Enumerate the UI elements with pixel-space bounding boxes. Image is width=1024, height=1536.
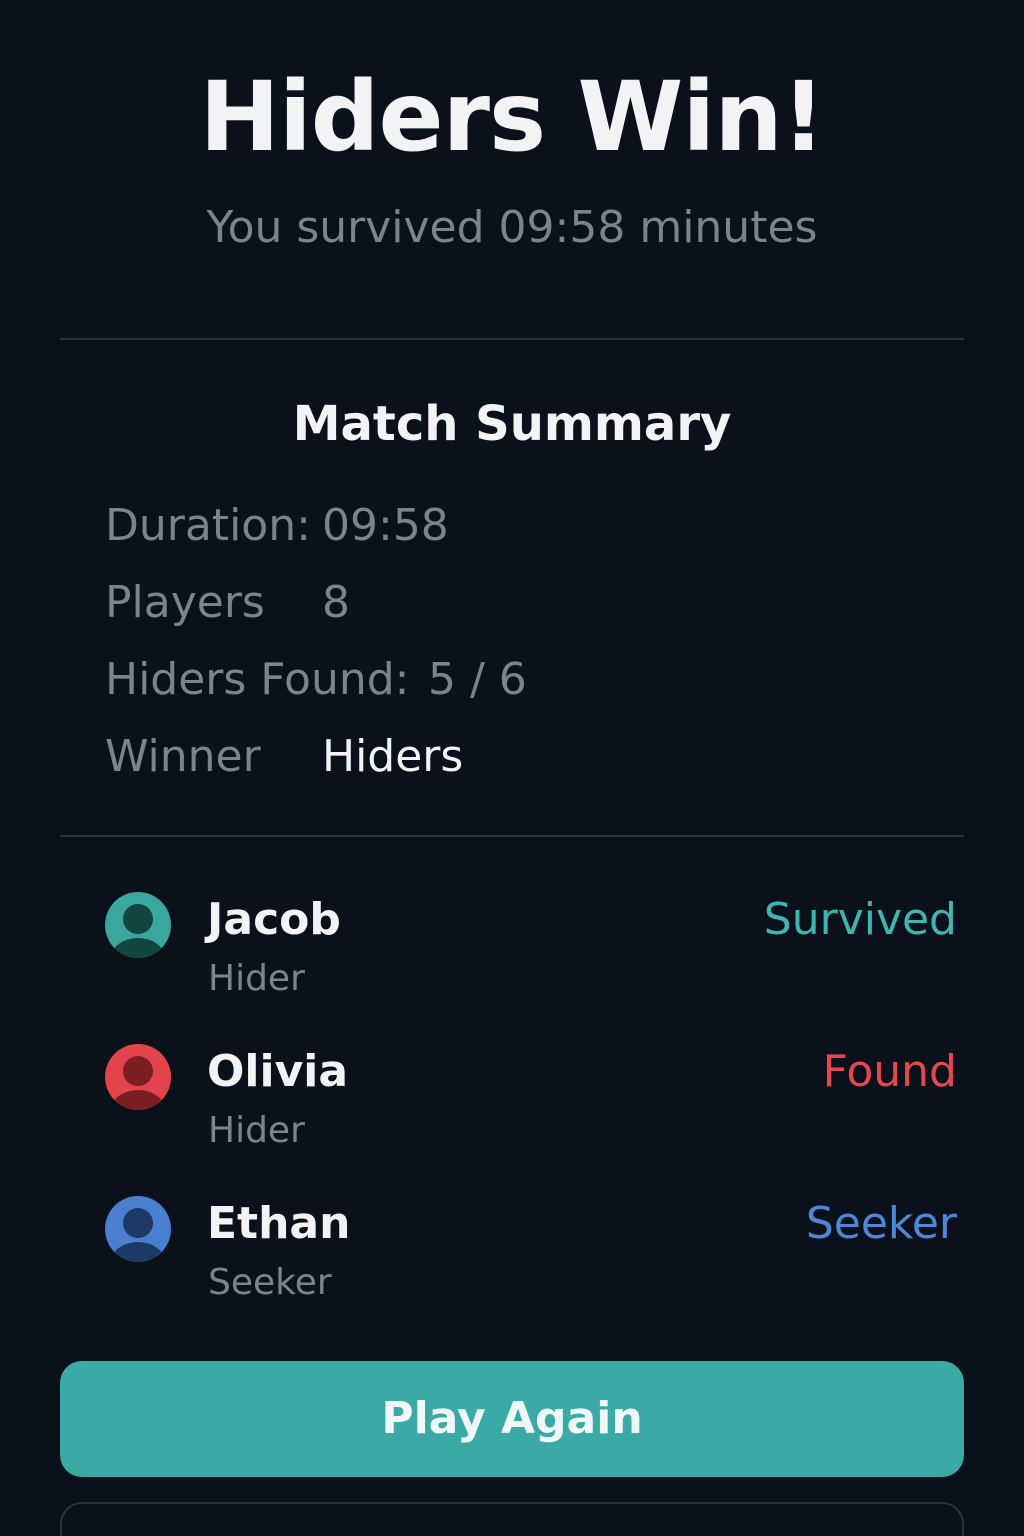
player-role: Hider (208, 958, 305, 999)
stat-row-hiders-found: Hiders Found: 5 / 6 (105, 652, 527, 708)
stat-label: Winner (105, 731, 261, 782)
player-role: Hider (208, 1110, 305, 1151)
stat-row-winner: Winner Hiders (105, 729, 463, 785)
player-status: Found (822, 1046, 957, 1097)
avatar-head (123, 904, 153, 934)
stat-value: 5 / 6 (428, 654, 527, 705)
avatar-head (123, 1056, 153, 1086)
user-avatar-icon (105, 1044, 171, 1110)
player-status: Survived (763, 894, 957, 945)
match-summary-title: Match Summary (292, 396, 732, 452)
survival-time-subtitle: You survived 09:58 minutes (206, 202, 818, 253)
divider (60, 338, 964, 340)
player-row[interactable]: Ethan Seeker Seeker (105, 1196, 965, 1316)
stat-label: Hiders Found: (105, 654, 410, 705)
page-title: Hiders Win! (199, 61, 826, 173)
avatar-head (123, 1208, 153, 1238)
play-again-button[interactable]: Play Again (60, 1361, 964, 1477)
stat-label: Players (105, 577, 265, 628)
avatar-body (111, 938, 165, 958)
player-role: Seeker (208, 1262, 332, 1303)
stat-value: Hiders (322, 731, 464, 782)
user-avatar-icon (105, 1196, 171, 1262)
avatar-body (111, 1090, 165, 1110)
player-row[interactable]: Olivia Hider Found (105, 1044, 965, 1164)
avatar-body (111, 1242, 165, 1262)
secondary-button[interactable] (60, 1502, 964, 1536)
divider (60, 835, 964, 837)
player-name: Ethan (207, 1198, 351, 1249)
player-status: Seeker (805, 1198, 957, 1249)
stat-row-players: Players 8 (105, 575, 350, 631)
stat-value: 8 (322, 577, 350, 628)
user-avatar-icon (105, 892, 171, 958)
player-row[interactable]: Jacob Hider Survived (105, 892, 965, 1012)
stat-value: 09:58 (322, 500, 449, 551)
stat-row-duration: Duration: 09:58 (105, 498, 449, 554)
results-screen: Hiders Win! You survived 09:58 minutes M… (0, 0, 1024, 1536)
player-name: Jacob (207, 894, 341, 945)
stat-label: Duration: (105, 500, 311, 551)
player-name: Olivia (207, 1046, 349, 1097)
